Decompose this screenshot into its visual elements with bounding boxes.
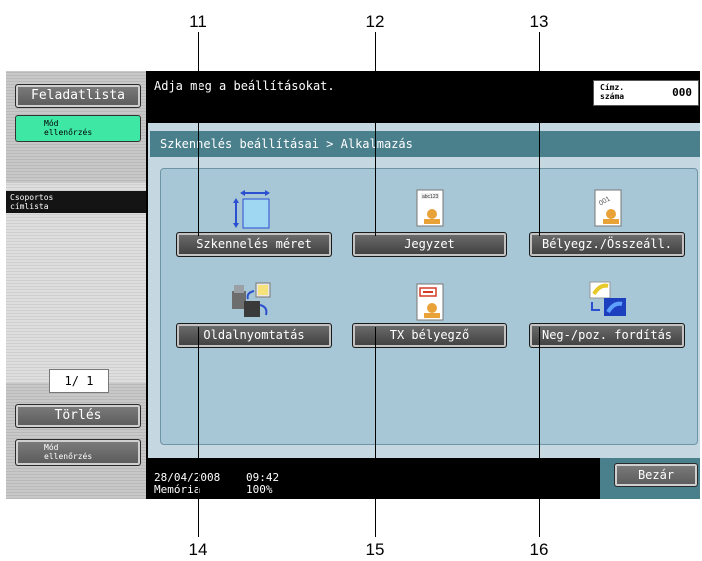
status-memory-value: 100% [246, 483, 273, 496]
mode-check-bottom-line2: ellenőrzés [44, 452, 93, 461]
callout-line-16 [539, 327, 540, 537]
breadcrumb: Szkennelés beállításai > Alkalmazás [150, 131, 700, 157]
address-count-label-line2: száma [600, 92, 625, 101]
group-list-line2: címlista [10, 202, 49, 211]
instruction-message: Adja meg a beállításokat. [154, 79, 335, 93]
callout-13: 13 [529, 12, 549, 31]
stamp-compose-button[interactable]: Bélyegz./Összeáll. [529, 232, 685, 257]
callout-15: 15 [365, 540, 385, 559]
scan-size-icon [232, 190, 274, 232]
group-list-tab[interactable]: Csoportos címlista [6, 191, 146, 213]
address-count-label-line1: Címz. [600, 83, 625, 92]
mode-check-bottom-button[interactable]: Mód ellenőrzés [15, 439, 141, 466]
job-list-label: Feladatlista [31, 88, 125, 103]
mode-check-bottom-line1: Mód [44, 443, 59, 452]
job-list-button[interactable]: Feladatlista [15, 84, 141, 108]
mode-check-top-line1: Mód [44, 119, 59, 128]
page-print-button[interactable]: Oldalnyomtatás [176, 323, 332, 348]
status-memory-label: Memória [154, 483, 201, 496]
scan-size-button[interactable]: Szkennelés méret [176, 232, 332, 257]
close-button[interactable]: Bezár [614, 463, 698, 487]
callout-line-13 [539, 32, 540, 236]
mode-check-top-button[interactable]: Mód ellenőrzés [15, 115, 141, 142]
breadcrumb-text: Szkennelés beállításai > Alkalmazás [160, 137, 413, 151]
delete-button[interactable]: Törlés [15, 404, 141, 428]
sidebar-band [6, 183, 146, 383]
page-indicator: 1/ 1 [49, 369, 109, 393]
callout-line-12 [375, 32, 376, 236]
group-list-line1: Csoportos [10, 193, 54, 202]
address-count-value: 000 [672, 86, 692, 99]
delete-label: Törlés [54, 408, 102, 423]
status-bar: 28/04/2008 09:42 Memória 100% [148, 460, 600, 498]
close-label: Bezár [637, 468, 675, 482]
annotation-icon: abc123 [413, 188, 447, 230]
callout-line-14 [198, 327, 199, 537]
callout-11: 11 [189, 12, 207, 31]
page-print-icon [230, 281, 276, 321]
callout-14: 14 [188, 540, 208, 559]
neg-pos-reverse-icon [588, 280, 628, 320]
stamp-compose-icon: 001 [591, 188, 625, 230]
callout-line-11 [198, 32, 199, 236]
tx-stamp-icon [413, 282, 447, 324]
address-count-box: Címz. száma 000 [593, 80, 699, 106]
mode-check-top-line2: ellenőrzés [44, 128, 93, 137]
callout-16: 16 [529, 540, 549, 559]
svg-text:abc123: abc123 [422, 194, 439, 200]
neg-pos-reverse-button[interactable]: Neg-/poz. fordítás [529, 323, 685, 348]
callout-line-15 [375, 327, 376, 537]
callout-12: 12 [365, 12, 385, 31]
